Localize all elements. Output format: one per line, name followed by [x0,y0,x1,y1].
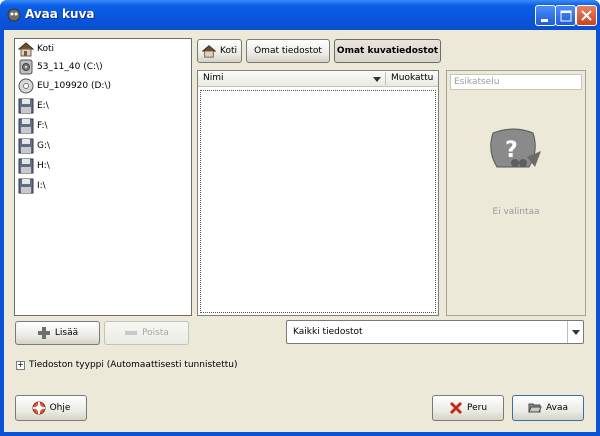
lifebuoy-icon [32,401,46,415]
open-label: Avaa [546,403,568,413]
place-label: H:\ [37,161,50,171]
place-label: G:\ [37,141,51,151]
place-label: E:\ [37,101,49,111]
floppy-icon [18,178,34,194]
expand-plus-icon[interactable]: + [16,360,25,370]
folder-open-icon [528,403,542,413]
floppy-icon [18,98,34,114]
title-bar[interactable]: Avaa kuva [0,0,600,30]
preview-label: Esikatselu [450,74,582,90]
help-button[interactable]: Ohje [15,395,87,421]
place-label: Koti [37,44,54,54]
remove-place-button[interactable]: Poista [104,321,189,345]
maximize-icon [560,10,572,22]
minimize-icon [541,19,548,22]
path-my-files-label: Omat tiedostot [254,46,322,56]
place-label: F:\ [37,121,48,131]
column-modified-header[interactable]: Muokattu [391,73,433,83]
chevron-down-icon[interactable] [567,321,583,343]
open-button[interactable]: Avaa [512,395,584,421]
app-icon [7,8,21,22]
places-list[interactable]: Koti 53_11_40 (C:\) EU_109920 (D:\) E:\ … [14,38,192,316]
floppy-icon [18,118,34,134]
path-my-images-button[interactable]: Omat kuvatiedostot [334,39,441,63]
home-icon [18,42,34,57]
plus-icon [37,327,50,339]
close-icon [581,10,592,21]
minimize-button[interactable] [535,5,556,26]
file-filter-value: Kaikki tiedostot [293,327,363,337]
file-list-body[interactable] [200,90,436,313]
place-item-home[interactable]: Koti [18,40,54,58]
harddisk-icon [19,59,33,75]
remove-place-label: Poista [142,328,169,338]
floppy-icon [18,158,34,174]
sort-arrow-icon[interactable] [373,75,381,83]
home-icon [202,45,216,58]
file-filter-select[interactable]: Kaikki tiedostot [286,320,584,344]
add-place-label: Lisää [54,328,79,338]
dialog-content: Koti 53_11_40 (C:\) EU_109920 (D:\) E:\ … [4,30,596,432]
path-home-button[interactable]: Koti [197,39,242,63]
file-type-expander[interactable]: + Tiedoston tyyppi (Automaattisesti tunn… [16,360,237,370]
place-label: I:\ [37,181,46,191]
place-label: 53_11_40 (C:\) [37,62,103,72]
place-item-c-drive[interactable]: 53_11_40 (C:\) [18,58,103,76]
cancel-label: Peru [466,403,488,413]
path-my-images-label: Omat kuvatiedostot [336,46,439,56]
cdrom-icon [18,78,34,94]
place-item-e-drive[interactable]: E:\ [18,97,49,115]
question-image-icon: ? [490,128,541,168]
place-item-h-drive[interactable]: H:\ [18,157,50,175]
place-item-f-drive[interactable]: F:\ [18,117,48,135]
add-place-button[interactable]: Lisää [15,321,100,345]
window-title: Avaa kuva [25,7,95,21]
close-button[interactable] [576,5,597,26]
minus-icon [125,331,138,335]
dialog-window: Avaa kuva Koti 53_11_40 (C:\) EU_109920 … [0,0,600,436]
path-home-label: Koti [220,46,237,56]
cancel-button[interactable]: Peru [432,395,504,421]
floppy-icon [18,138,34,154]
place-label: EU_109920 (D:\) [37,81,112,91]
file-list[interactable]: Nimi Muokattu [197,70,439,316]
file-type-label: Tiedoston tyyppi (Automaattisesti tunnis… [29,360,238,370]
preview-empty-text: Ei valintaa [492,207,540,217]
help-label: Ohje [49,403,71,413]
place-item-d-drive[interactable]: EU_109920 (D:\) [18,77,111,95]
place-item-i-drive[interactable]: I:\ [18,177,46,195]
place-item-g-drive[interactable]: G:\ [18,137,50,155]
preview-panel: Esikatselu ? Ei valintaa [446,70,586,316]
maximize-button[interactable] [555,5,576,26]
file-list-header: Nimi Muokattu [198,71,438,87]
cancel-x-icon [449,401,463,415]
path-my-files-button[interactable]: Omat tiedostot [246,39,330,63]
column-name-header[interactable]: Nimi [203,73,224,83]
